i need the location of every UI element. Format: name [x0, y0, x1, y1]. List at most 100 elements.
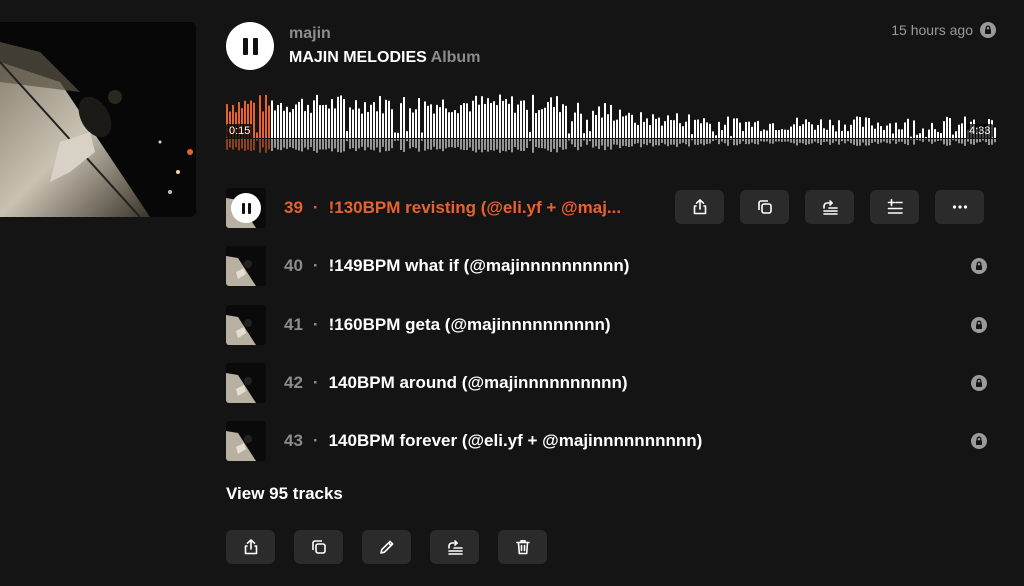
waveform-bar	[778, 130, 780, 138]
waveform-bar	[883, 129, 885, 138]
track-title[interactable]: !130BPM revisting (@eli.yf + @maj...	[329, 198, 622, 218]
waveform-bar	[658, 117, 660, 138]
delete-icon	[515, 540, 530, 555]
waveform-bar	[547, 101, 549, 138]
track-row[interactable]: 40 · !149BPM what if (@majinnnnnnnnnn)	[226, 246, 998, 286]
track-row[interactable]: 41 · !160BPM geta (@majinnnnnnnnnn)	[226, 305, 998, 345]
waveform-bar-reflection	[259, 139, 261, 153]
lock-icon	[980, 22, 996, 38]
waveform-bar-reflection	[901, 139, 903, 142]
add-to-queue-button[interactable]	[430, 530, 479, 564]
track-row[interactable]: 42 · 140BPM around (@majinnnnnnnnnn)	[226, 363, 998, 403]
add-to-queue-button[interactable]	[805, 190, 854, 224]
waveform-bar	[670, 120, 672, 138]
waveform-bar	[961, 123, 963, 138]
waveform-bar	[520, 100, 522, 138]
waveform-bar-reflection	[436, 139, 438, 150]
waveform-bar	[874, 128, 876, 138]
waveform-bar-reflection	[478, 139, 480, 150]
copy-link-button[interactable]	[740, 190, 789, 224]
playlist-title[interactable]: MAJIN MELODIES	[289, 49, 427, 66]
waveform-bar-reflection	[295, 139, 297, 150]
copy-link-button[interactable]	[294, 530, 343, 564]
duration: 4:33	[966, 124, 994, 138]
track-title[interactable]: 140BPM forever (@eli.yf + @majinnnnnnnnn…	[329, 431, 703, 451]
waveform-bar-reflection	[967, 139, 969, 142]
waveform-bar-reflection	[373, 139, 375, 151]
waveform-bar	[433, 113, 435, 138]
delete-button[interactable]	[498, 530, 547, 564]
waveform-bar	[604, 103, 606, 138]
waveform-bar-reflection	[979, 139, 981, 143]
waveform-bar	[574, 112, 576, 138]
waveform-bar	[784, 129, 786, 138]
track-row[interactable]: 43 · 140BPM forever (@eli.yf + @majinnnn…	[226, 421, 998, 461]
waveform-bar-reflection	[982, 139, 984, 141]
waveform-bar	[385, 99, 387, 138]
waveform-bar-reflection	[262, 139, 264, 148]
view-all-tracks-link[interactable]: View 95 tracks	[226, 484, 343, 504]
track-title[interactable]: !149BPM what if (@majinnnnnnnnnn)	[329, 256, 630, 276]
waveform-bar-reflection	[904, 139, 906, 144]
waveform-bar-reflection	[559, 139, 561, 148]
track-title[interactable]: !160BPM geta (@majinnnnnnnnnn)	[329, 315, 611, 335]
track-title[interactable]: 140BPM around (@majinnnnnnnnnn)	[329, 373, 628, 393]
waveform-bar-reflection	[895, 139, 897, 144]
play-next-button[interactable]	[870, 190, 919, 224]
waveform-bar-reflection	[781, 139, 783, 142]
waveform-bar	[745, 121, 747, 138]
waveform-bar-reflection	[253, 139, 255, 151]
lock-icon	[971, 258, 987, 274]
waveform-bar-reflection	[337, 139, 339, 153]
more-button[interactable]	[935, 190, 984, 224]
edit-button[interactable]	[362, 530, 411, 564]
waveform-bar	[772, 123, 774, 138]
track-artwork[interactable]	[226, 305, 266, 345]
waveform-bar	[643, 121, 645, 138]
waveform-bar-reflection	[730, 139, 732, 140]
waveform-bar	[955, 131, 957, 138]
waveform-bar	[913, 120, 915, 138]
waveform-bar	[406, 131, 408, 138]
waveform-bar-reflection	[388, 139, 390, 151]
waveform-bar	[427, 105, 429, 138]
waveform-bar-reflection	[886, 139, 888, 143]
waveform-bar-reflection	[778, 139, 780, 142]
waveform-bar	[424, 101, 426, 138]
waveform-bar-reflection	[715, 139, 717, 140]
pause-icon	[241, 202, 251, 214]
waveform-bar	[616, 119, 618, 138]
waveform-bar-reflection	[964, 139, 966, 146]
waveform-bar-reflection	[796, 139, 798, 146]
track-artwork[interactable]	[226, 246, 266, 286]
waveform-bar	[265, 94, 267, 138]
share-button[interactable]	[675, 190, 724, 224]
waveform-bar	[931, 122, 933, 138]
waveform-bar	[502, 100, 504, 138]
waveform-bar-reflection	[790, 139, 792, 143]
waveform-bar-reflection	[424, 139, 426, 151]
play-next-icon	[887, 198, 903, 214]
waveform-bar-reflection	[391, 139, 393, 149]
waveform-bar	[556, 96, 558, 138]
waveform-bar-reflection	[334, 139, 336, 149]
share-icon	[693, 199, 706, 215]
waveform[interactable]	[226, 92, 998, 160]
album-cover[interactable]	[0, 22, 196, 217]
track-artwork[interactable]	[226, 421, 266, 461]
waveform-bar-reflection	[490, 139, 492, 151]
track-artwork[interactable]	[226, 363, 266, 403]
waveform-bar	[415, 109, 417, 138]
track-pause-button[interactable]	[231, 193, 261, 223]
waveform-bar	[343, 99, 345, 138]
waveform-bar-reflection	[814, 139, 816, 142]
artist-name[interactable]: majin	[289, 25, 331, 43]
waveform-bar-reflection	[676, 139, 678, 147]
waveform-bar	[508, 103, 510, 138]
play-pause-button[interactable]	[226, 22, 274, 70]
waveform-bar-reflection	[310, 139, 312, 148]
waveform-bar-reflection	[994, 139, 996, 143]
waveform-bar-reflection	[451, 139, 453, 148]
track-artwork[interactable]	[226, 188, 266, 228]
share-button[interactable]	[226, 530, 275, 564]
